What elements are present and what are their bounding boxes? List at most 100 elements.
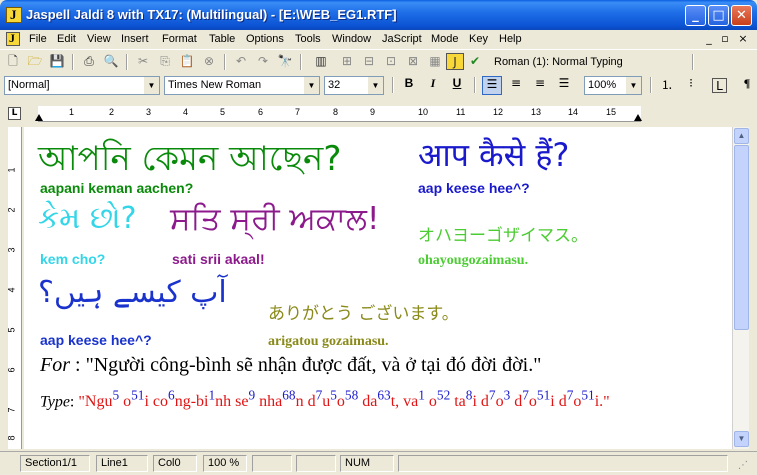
right-indent-marker[interactable] bbox=[634, 114, 642, 121]
find-icon[interactable]: 🔭 bbox=[276, 53, 294, 70]
insert-row-icon[interactable]: ⊟ bbox=[360, 53, 378, 70]
title-bar: Jaspell Jaldi 8 with TX17: (Multilingual… bbox=[0, 0, 757, 30]
underline-button[interactable]: U bbox=[447, 76, 467, 95]
document-area[interactable]: আপনি কেমন আছেন? आप कैसे हैं? aapani kema… bbox=[24, 127, 732, 449]
ruler-number: 7 bbox=[295, 107, 301, 117]
ruler-number: 10 bbox=[418, 107, 429, 117]
zoom-value: 100% bbox=[588, 79, 617, 91]
mdi-minimize-button[interactable]: _ bbox=[702, 33, 716, 46]
menu-table[interactable]: Table bbox=[209, 33, 235, 45]
menu-key[interactable]: Key bbox=[469, 33, 488, 45]
minimize-button[interactable]: _ bbox=[685, 5, 706, 26]
menu-jascript[interactable]: JaScript bbox=[382, 33, 422, 45]
gujarati-text: કેમ છો? bbox=[38, 201, 137, 236]
menu-window[interactable]: Window bbox=[332, 33, 371, 45]
save-icon[interactable]: 💾 bbox=[48, 53, 66, 70]
delete-icon[interactable]: ⊗ bbox=[200, 53, 218, 70]
hindi-transliteration: aap keese hee^? bbox=[418, 180, 530, 196]
print-preview-icon[interactable]: 🔍 bbox=[102, 53, 120, 70]
status-line: Line1 bbox=[96, 455, 148, 472]
menu-view[interactable]: View bbox=[87, 33, 111, 45]
bold-button[interactable]: B bbox=[399, 76, 419, 95]
status-zoom: 100 % bbox=[203, 455, 247, 472]
toolbar-separator bbox=[224, 54, 226, 70]
scroll-thumb[interactable] bbox=[734, 145, 749, 330]
columns-icon[interactable]: ▥ bbox=[312, 53, 330, 70]
menu-options[interactable]: Options bbox=[246, 33, 284, 45]
chevron-down-icon[interactable]: ▼ bbox=[304, 77, 319, 94]
font-size-select[interactable]: 32 ▼ bbox=[324, 76, 384, 95]
style-select[interactable]: [Normal] ▼ bbox=[4, 76, 160, 95]
left-indent-marker[interactable] bbox=[35, 114, 43, 121]
numbered-list-icon[interactable]: ⒈ bbox=[657, 76, 677, 95]
bullet-list-icon[interactable]: ⁝ bbox=[681, 76, 701, 95]
japanese-thanks-text: ありがとう ございます。 bbox=[268, 304, 459, 324]
new-icon[interactable]: 🗋 bbox=[4, 53, 22, 70]
style-value: [Normal] bbox=[8, 79, 50, 91]
copy-icon[interactable]: ⎘ bbox=[156, 53, 174, 70]
cut-icon[interactable]: ✂ bbox=[134, 53, 152, 70]
status-empty-panel bbox=[296, 455, 336, 472]
zoom-select[interactable]: 100% ▼ bbox=[584, 76, 642, 95]
menu-help[interactable]: Help bbox=[499, 33, 522, 45]
menu-insert[interactable]: Insert bbox=[121, 33, 149, 45]
align-center-icon[interactable]: ≡ bbox=[506, 76, 526, 95]
jaspell-icon[interactable]: J bbox=[446, 53, 464, 70]
ruler-number: 1 bbox=[69, 107, 75, 117]
redo-icon[interactable]: ↷ bbox=[254, 53, 272, 70]
paste-icon[interactable]: 📋 bbox=[178, 53, 196, 70]
ruler-toggle-icon[interactable]: L bbox=[712, 78, 727, 93]
ruler-number: 8 bbox=[333, 107, 339, 117]
italic-button[interactable]: I bbox=[423, 76, 443, 95]
chevron-down-icon[interactable]: ▼ bbox=[626, 77, 641, 94]
menu-format[interactable]: Format bbox=[162, 33, 197, 45]
chevron-down-icon[interactable]: ▼ bbox=[368, 77, 383, 94]
ruler-number: 12 bbox=[493, 107, 504, 117]
vietnamese-line: For : "Người công-bình sẽ nhận được đất,… bbox=[40, 354, 541, 377]
split-cells-icon[interactable]: ▦ bbox=[426, 53, 444, 70]
status-message-panel bbox=[398, 455, 728, 472]
show-paragraph-marks-icon[interactable]: ¶ bbox=[737, 76, 757, 95]
font-select[interactable]: Times New Roman ▼ bbox=[164, 76, 320, 95]
print-icon[interactable]: ⎙ bbox=[80, 53, 98, 70]
ruler-number: 2 bbox=[109, 107, 115, 117]
hindi-text: आप कैसे हैं? bbox=[418, 136, 570, 174]
mdi-restore-button[interactable]: ▫ bbox=[718, 33, 732, 46]
open-icon[interactable]: 🗁 bbox=[26, 53, 44, 70]
scroll-up-button[interactable]: ▲ bbox=[734, 128, 749, 144]
tab-stop-selector[interactable]: L bbox=[8, 107, 21, 120]
toolbar-separator bbox=[72, 54, 74, 70]
horizontal-ruler-area: L 1 2 3 4 5 6 7 8 9 10 11 12 13 14 15 bbox=[0, 102, 757, 126]
chevron-down-icon[interactable]: ▼ bbox=[144, 77, 159, 94]
horizontal-ruler[interactable]: 1 2 3 4 5 6 7 8 9 10 11 12 13 14 15 bbox=[35, 106, 642, 122]
app-icon[interactable] bbox=[6, 7, 22, 23]
resize-grip-icon[interactable]: ⋰ bbox=[738, 460, 748, 471]
table-icon[interactable]: ⊞ bbox=[338, 53, 356, 70]
urdu-transliteration: aap keese hee^? bbox=[40, 332, 152, 348]
menu-edit[interactable]: Edit bbox=[57, 33, 76, 45]
menu-tools[interactable]: Tools bbox=[295, 33, 321, 45]
vertical-scrollbar[interactable]: ▲ ▼ bbox=[732, 127, 749, 449]
toolbar-separator bbox=[650, 77, 652, 93]
toolbar-separator bbox=[392, 77, 394, 93]
maximize-button[interactable]: □ bbox=[708, 5, 729, 26]
menu-bar: File Edit View Insert Format Table Optio… bbox=[0, 30, 757, 49]
document-icon[interactable] bbox=[6, 31, 20, 46]
undo-icon[interactable]: ↶ bbox=[232, 53, 250, 70]
mdi-close-button[interactable]: × bbox=[736, 33, 750, 46]
format-toolbar: [Normal] ▼ Times New Roman ▼ 32 ▼ B I U … bbox=[0, 73, 757, 97]
insert-column-icon[interactable]: ⊡ bbox=[382, 53, 400, 70]
scroll-down-button[interactable]: ▼ bbox=[734, 431, 749, 447]
close-button[interactable]: ✕ bbox=[731, 5, 752, 26]
menu-file[interactable]: File bbox=[29, 33, 47, 45]
menu-mode[interactable]: Mode bbox=[431, 33, 459, 45]
ruler-number: 1 bbox=[6, 167, 17, 173]
toolbar-separator bbox=[692, 54, 694, 70]
standard-toolbar: 🗋 🗁 💾 ⎙ 🔍 ✂ ⎘ 📋 ⊗ ↶ ↷ 🔭 ▥ ⊞ ⊟ ⊡ ⊠ ▦ J ✔ … bbox=[0, 49, 757, 73]
align-right-icon[interactable]: ≡ bbox=[530, 76, 550, 95]
punjabi-text: ਸਤਿ ਸ੍ਰੀ ਅਕਾਲ! bbox=[170, 201, 380, 237]
merge-cells-icon[interactable]: ⊠ bbox=[404, 53, 422, 70]
keyboard-mode-icon[interactable]: ✔ bbox=[466, 53, 484, 70]
justify-icon[interactable]: ☰ bbox=[554, 76, 574, 95]
align-left-icon[interactable]: ☰ bbox=[482, 76, 502, 95]
